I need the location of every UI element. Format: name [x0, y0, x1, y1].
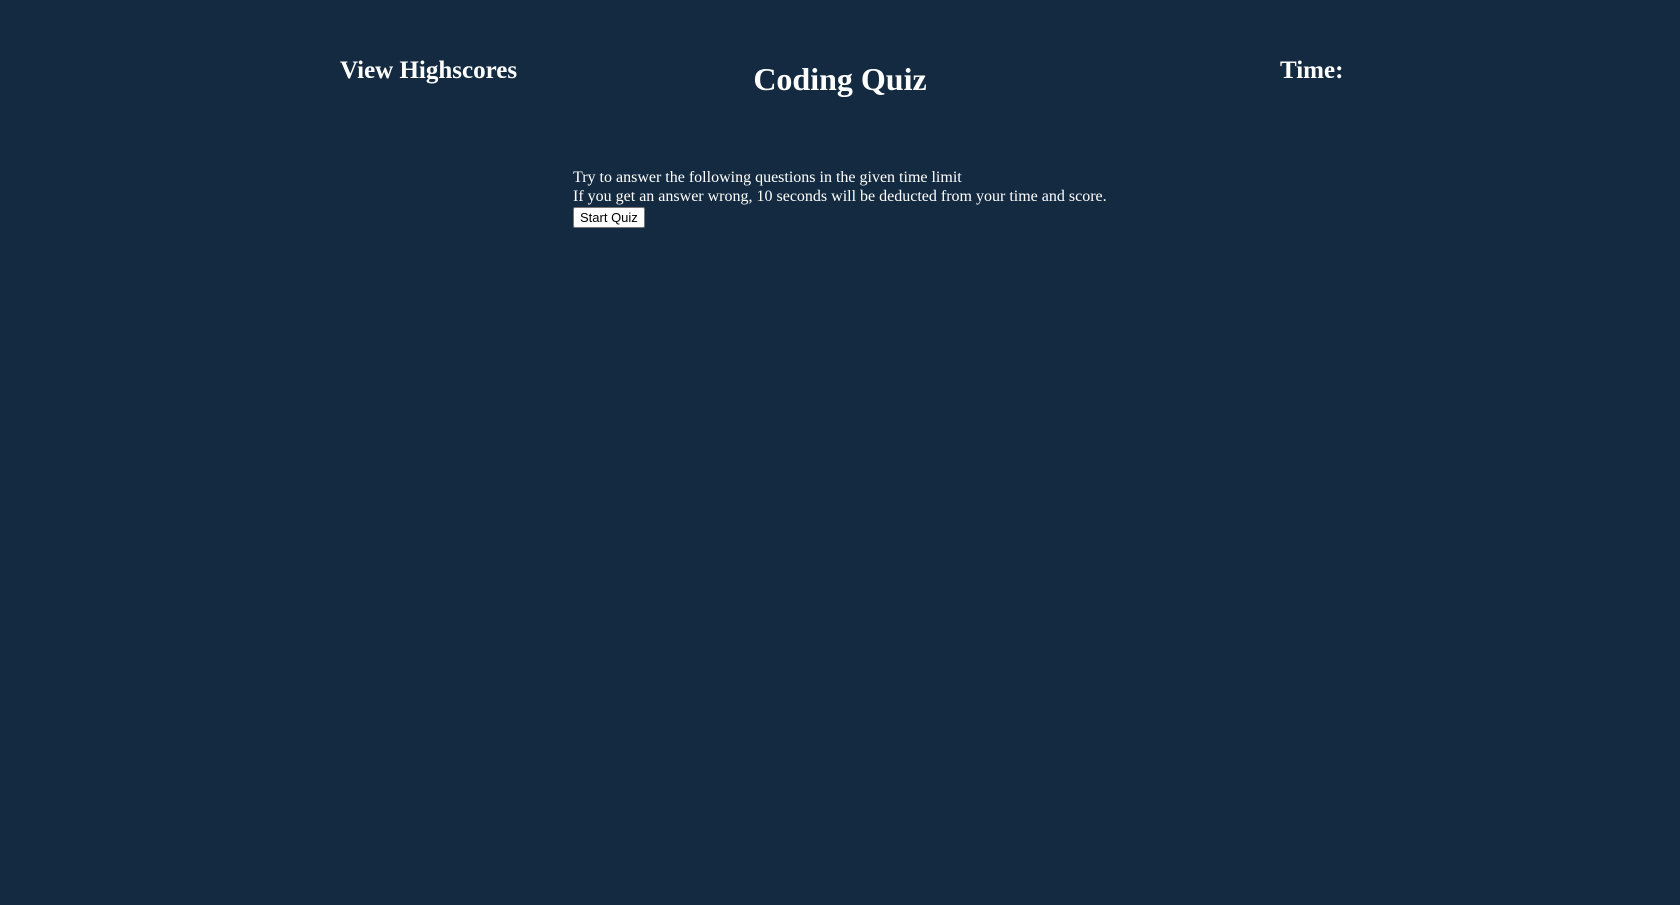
- page-title: Coding Quiz: [753, 61, 927, 97]
- timer-label: Time:: [1280, 57, 1344, 84]
- start-quiz-button[interactable]: Start Quiz: [573, 207, 645, 228]
- intro-text-line-2: If you get an answer wrong, 10 seconds w…: [573, 188, 1107, 205]
- intro-section: Try to answer the following questions in…: [573, 168, 1107, 228]
- intro-text-line-1: Try to answer the following questions in…: [573, 169, 962, 186]
